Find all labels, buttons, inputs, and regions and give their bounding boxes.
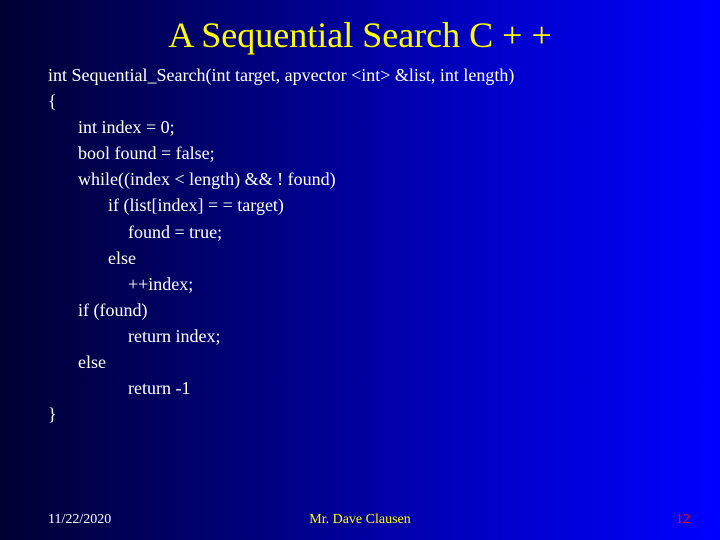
code-line: ++index; — [48, 271, 690, 297]
code-line: else — [48, 349, 690, 375]
code-block: int Sequential_Search(int target, apvect… — [0, 62, 720, 427]
code-line: while((index < length) && ! found) — [48, 166, 690, 192]
footer-author: Mr. Dave Clausen — [0, 512, 720, 528]
code-line: { — [48, 88, 690, 114]
footer-page-number: 12 — [676, 512, 690, 528]
code-line: int index = 0; — [48, 114, 690, 140]
code-line: found = true; — [48, 219, 690, 245]
code-line: bool found = false; — [48, 140, 690, 166]
code-line: else — [48, 245, 690, 271]
code-line: if (list[index] = = target) — [48, 192, 690, 218]
slide-title: A Sequential Search C + + — [0, 0, 720, 62]
code-line: return index; — [48, 323, 690, 349]
code-line: return -1 — [48, 375, 690, 401]
code-line: if (found) — [48, 297, 690, 323]
code-line: int Sequential_Search(int target, apvect… — [48, 62, 690, 88]
code-line: } — [48, 401, 690, 427]
slide: A Sequential Search C + + int Sequential… — [0, 0, 720, 540]
